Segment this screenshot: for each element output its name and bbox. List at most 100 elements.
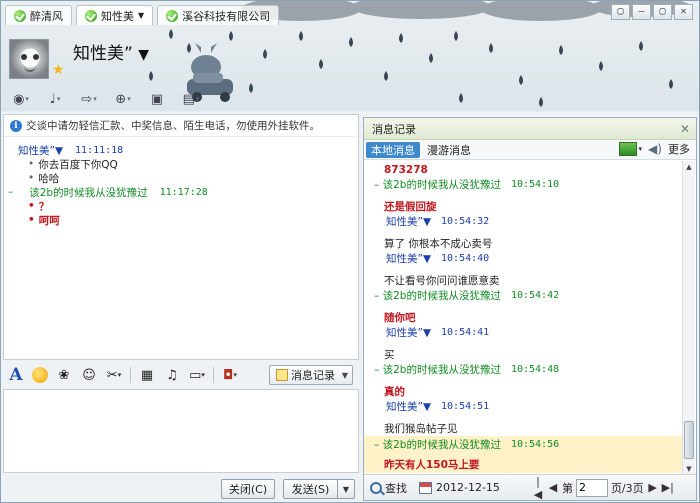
history-message-text: 真的 <box>384 386 405 398</box>
nudge-icon[interactable]: ☺ <box>80 366 98 384</box>
search-icon <box>370 481 382 494</box>
scroll-thumb[interactable] <box>684 421 694 459</box>
star-icon: ★ <box>52 62 65 78</box>
speaker-icon[interactable]: ◀) <box>648 142 662 156</box>
history-message-text: 还是假回旋 <box>384 201 437 213</box>
scroll-up-icon[interactable]: ▲ <box>683 161 695 173</box>
app-list-icon[interactable]: ▤ ▾ <box>179 89 203 109</box>
history-panel: 消息记录 ✕ 本地消息 漫游消息 ▾ ◀) 更多 873278 该2b的时候我从… <box>363 117 697 501</box>
prev-page-icon[interactable]: ◀ <box>547 481 559 494</box>
screen-share-icon[interactable]: ▭ ▾ <box>188 366 206 384</box>
history-message-sender: 该2b的时候我从没犹豫过10:54:10 <box>364 177 682 192</box>
header-toolbar: ◉ ▾ ♩ ▾ ⇨ ▾ ⊕ ▾ ▣ ▤ ▾ <box>9 89 203 109</box>
message-body: 呵呵 <box>18 213 358 227</box>
display-mode-icon[interactable] <box>619 142 638 156</box>
emoji-icon[interactable] <box>32 367 48 383</box>
tab-label: 醉清风 <box>30 9 63 23</box>
history-message-text: 不让看号你问问谁愿意卖 <box>384 275 500 287</box>
contact-nickname[interactable]: 知性美” ▼ <box>73 39 149 64</box>
font-icon[interactable]: A <box>7 365 25 385</box>
close-button[interactable]: 关闭(C) <box>221 479 275 499</box>
calendar-icon <box>419 481 432 494</box>
first-page-icon[interactable]: |◀ <box>532 475 544 501</box>
voice-call-icon[interactable]: ♩ ▾ <box>43 89 67 109</box>
history-message-text: 873278 <box>384 163 428 176</box>
history-message-sender: 该2b的时候我从没犹豫过10:54:42 <box>364 288 682 303</box>
tab-zhixingmei[interactable]: 知性美 ▼ <box>76 5 154 25</box>
online-status-icon <box>14 9 26 22</box>
pagination: |◀ ◀ 第 页/3页 ▶ ▶| <box>532 475 674 501</box>
tab-label: 知性美 <box>101 9 134 23</box>
send-file-icon[interactable]: ⇨ ▾ <box>77 89 101 109</box>
history-message-sender: 知性美”▼ 10:54:40 <box>386 253 490 265</box>
history-message-text: 随你吧 <box>384 312 416 324</box>
message-body: ？ <box>18 199 358 213</box>
video-call-icon[interactable]: ◉ ▾ <box>9 89 33 109</box>
next-page-icon[interactable]: ▶ <box>647 481 659 494</box>
online-status-icon <box>85 9 97 22</box>
history-footer: 查找 2012-12-15 |◀ ◀ 第 页/3页 ▶ ▶| <box>364 474 696 501</box>
search-button[interactable]: 查找 <box>364 480 407 496</box>
page-prefix: 第 <box>561 481 573 495</box>
history-icon <box>276 369 288 381</box>
minimize-button[interactable]: – <box>632 4 651 20</box>
gift-icon[interactable]: ◘ ▾ <box>221 366 239 384</box>
history-message-sender: 该2b的时候我从没犹豫过10:54:48 <box>364 362 682 377</box>
online-status-icon <box>166 9 179 22</box>
chevron-down-icon[interactable]: ▼ <box>138 47 149 63</box>
message-body: 哈哈 <box>18 171 358 185</box>
add-contact-icon[interactable]: ⊕ ▾ <box>111 89 135 109</box>
maximize-button[interactable]: ▢ <box>653 4 672 20</box>
message-input[interactable] <box>3 389 359 473</box>
screenshot-icon[interactable]: ✂ ▾ <box>105 366 123 384</box>
history-message-sender: 知性美”▼ 10:54:32 <box>386 216 490 228</box>
send-button[interactable]: 发送(S) <box>283 479 337 499</box>
highlighted-message: 该2b的时候我从没犹豫过10:54:56 昨天有人150马上要 <box>364 436 682 473</box>
window-controls: ▢ – ▢ ✕ <box>611 4 693 20</box>
chat-message-area: i 交谈中请勿轻信汇款、中奖信息、陌生电话，勿使用外挂软件。 知性美”▼ 11:… <box>3 114 359 360</box>
tab-zuiqingfeng[interactable]: 醉清风 <box>5 5 72 25</box>
message-history-button[interactable]: 消息记录 ▼ <box>269 365 353 385</box>
toolbar-divider <box>213 367 214 383</box>
history-message-text: 我们猴岛帖子见 <box>384 423 458 435</box>
send-options-dropdown[interactable]: ▼ <box>337 479 355 499</box>
skin-button[interactable]: ▢ <box>611 4 630 20</box>
magic-emoji-icon[interactable]: ❀ <box>55 366 73 384</box>
chevron-down-icon[interactable]: ▾ <box>638 145 642 153</box>
history-tabs: 本地消息 漫游消息 ▾ ◀) 更多 <box>364 140 696 160</box>
history-message-sender: 该2b的时候我从没犹豫过10:54:56 <box>364 437 682 452</box>
security-notice: i 交谈中请勿轻信汇款、中奖信息、陌生电话，勿使用外挂软件。 <box>4 115 358 137</box>
history-scrollbar[interactable]: ▲ ▼ <box>682 161 695 475</box>
avatar[interactable] <box>9 39 49 79</box>
remote-desktop-icon[interactable]: ▣ <box>145 89 169 109</box>
history-list: 873278 该2b的时候我从没犹豫过10:54:10 还是假回旋 知性美”▼1… <box>364 161 682 475</box>
history-message-text: 算了 你根本不成心卖号 <box>384 238 493 250</box>
music-icon[interactable]: ♫ <box>163 366 181 384</box>
tab-local-messages[interactable]: 本地消息 <box>366 141 420 158</box>
send-image-icon[interactable]: ▦ <box>138 366 156 384</box>
more-button[interactable]: 更多 <box>668 141 690 157</box>
message-body: 你去百度下你QQ <box>18 157 358 171</box>
message-sender: 该2b的时候我从没犹豫过 11:17:28 <box>18 185 358 199</box>
chat-window: 醉清风 知性美 ▼ 溪谷科技有限公司 ▢ – ▢ ✕ ★ 知性美” ▼ ◉ ▾ ♩… <box>0 0 700 503</box>
last-page-icon[interactable]: ▶| <box>662 481 674 494</box>
tab-xigu-company[interactable]: 溪谷科技有限公司 <box>157 5 280 25</box>
contact-tabs: 醉清风 知性美 ▼ 溪谷科技有限公司 <box>5 5 280 25</box>
info-icon: i <box>10 119 22 132</box>
history-title: 消息记录 <box>364 118 696 140</box>
history-message-text: 昨天有人150马上要 <box>384 458 480 471</box>
page-number-input[interactable] <box>575 478 608 497</box>
history-message-sender: 知性美”▼ 10:54:41 <box>386 327 490 339</box>
close-icon[interactable]: ✕ <box>680 122 690 136</box>
tab-label: 溪谷科技有限公司 <box>182 9 271 23</box>
date-picker[interactable]: 2012-12-15 <box>419 481 500 494</box>
page-suffix: 页/3页 <box>610 481 644 495</box>
editor-toolbar: A ❀ ☺ ✂ ▾ ▦ ♫ ▭ ▾ ◘ ▾ <box>7 365 239 385</box>
history-message-sender: 知性美”▼ 10:54:51 <box>386 401 490 413</box>
chevron-down-icon[interactable]: ▼ <box>138 11 144 20</box>
history-message-text: 买 <box>384 349 395 361</box>
tab-roaming-messages[interactable]: 漫游消息 <box>422 142 476 158</box>
history-options: ▾ ◀) 更多 <box>619 141 690 157</box>
message-sender: 知性美”▼ 11:11:18 <box>18 144 124 157</box>
close-window-button[interactable]: ✕ <box>674 4 693 20</box>
